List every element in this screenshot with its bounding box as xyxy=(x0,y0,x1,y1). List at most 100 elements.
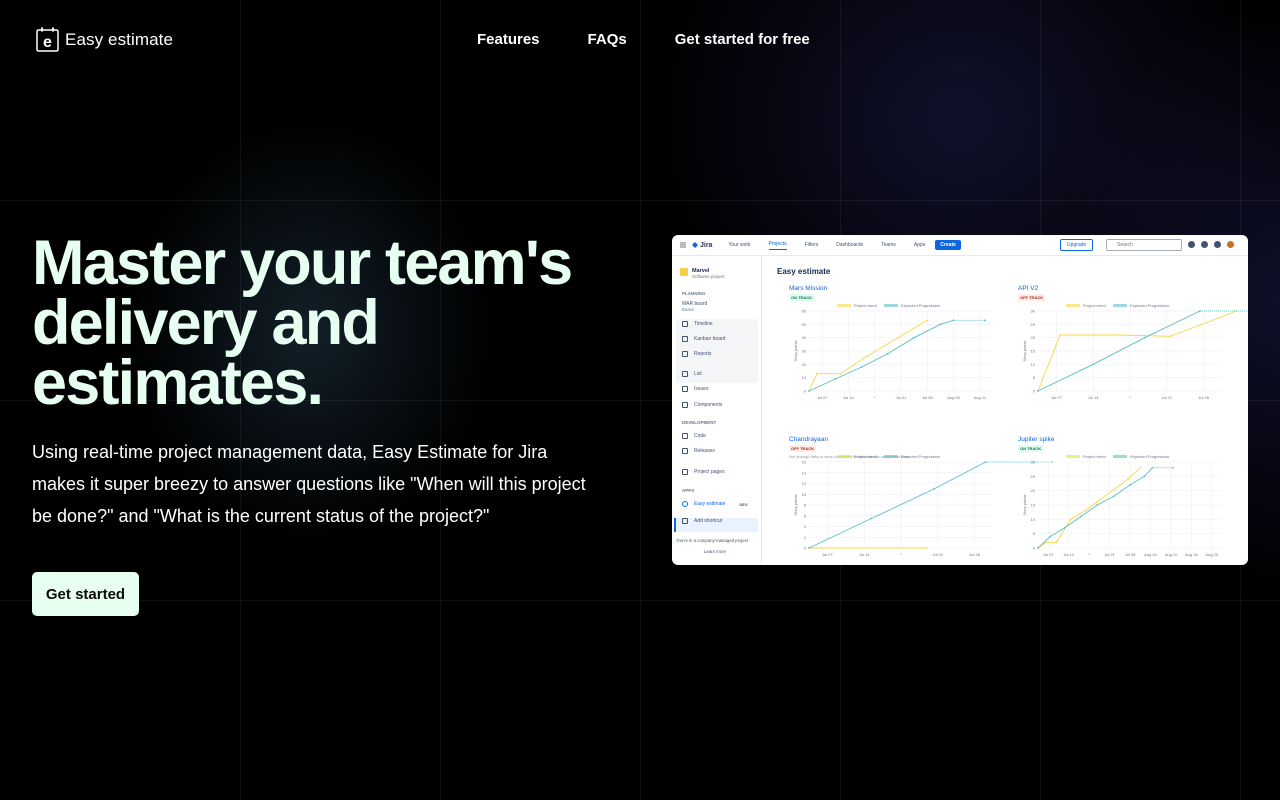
nav-faqs-link[interactable]: FAQs xyxy=(588,31,627,48)
jira-create-button[interactable]: Create xyxy=(935,240,961,250)
sidebar-item-reports[interactable]: Reports xyxy=(682,351,712,357)
jira-screenshot: Jira Your work Projects Filters Dashboar… xyxy=(672,235,1248,565)
sidebar-item-project-pages[interactable]: Project pages xyxy=(682,469,725,475)
project-icon xyxy=(680,268,688,276)
get-started-button[interactable]: Get started xyxy=(32,572,139,616)
data-point xyxy=(1045,541,1048,544)
easy-estimate-icon xyxy=(682,501,688,507)
x-tick-label: Jul 28 xyxy=(1125,552,1136,557)
y-tick-label: 12 xyxy=(802,481,807,486)
jira-search-input[interactable]: Search xyxy=(1106,239,1182,251)
legend-label: Expected Progression xyxy=(901,454,940,459)
jira-menu-filters[interactable]: Filters xyxy=(805,242,819,248)
components-icon xyxy=(682,402,688,408)
notifications-icon[interactable] xyxy=(1188,241,1195,248)
legend-swatch xyxy=(1113,455,1127,458)
x-tick-label: * xyxy=(1088,552,1090,557)
jira-menu-apps[interactable]: Apps xyxy=(914,242,925,248)
releases-icon xyxy=(682,448,688,454)
sidebar-item-issues[interactable]: Issues xyxy=(682,386,708,392)
sidebar-item-label: Reports xyxy=(694,351,712,357)
y-tick-label: 20 xyxy=(802,362,807,367)
series-line xyxy=(1037,467,1153,549)
data-point xyxy=(1127,478,1129,481)
data-point xyxy=(952,319,955,322)
y-tick-label: 14 xyxy=(802,470,807,475)
sidebar-item-label: Easy estimate xyxy=(694,501,726,507)
data-point xyxy=(834,378,837,380)
legend-label: Expected Progression xyxy=(1130,454,1169,459)
sidebar-item-timeline[interactable]: Timeline xyxy=(682,321,713,327)
sidebar-item-easy-estimate[interactable]: Easy estimate DEV xyxy=(682,501,748,507)
legend-label: Project trend xyxy=(854,454,877,459)
sidebar-item-label: Project pages xyxy=(694,469,725,475)
site-header: e Easy estimate Features FAQs Get starte… xyxy=(0,0,1280,80)
data-point xyxy=(1199,310,1201,312)
legend-swatch xyxy=(884,304,898,307)
x-tick-label: Jul 21 xyxy=(932,552,943,557)
sidebar-item-releases[interactable]: Releases xyxy=(682,448,715,454)
y-tick-label: 10 xyxy=(1031,362,1036,367)
x-tick-label: Jul 07 xyxy=(1051,395,1062,400)
sidebar-item-label: Components xyxy=(694,402,723,408)
y-tick-label: 25 xyxy=(1031,322,1036,327)
kanban-icon xyxy=(682,336,688,342)
sidebar-item-board[interactable]: MAR board Board xyxy=(682,301,707,312)
y-axis-label: Story points xyxy=(793,340,798,361)
svg-text:e: e xyxy=(43,34,52,51)
jira-menu-projects[interactable]: Projects xyxy=(768,241,787,250)
data-point xyxy=(865,355,868,358)
legend-swatch xyxy=(1113,304,1127,307)
learn-more-link[interactable]: Learn more xyxy=(704,549,726,554)
settings-icon[interactable] xyxy=(1214,241,1221,248)
x-tick-label: Aug 25 xyxy=(1205,552,1218,557)
x-tick-label: Jul 21 xyxy=(1104,552,1115,557)
help-icon[interactable] xyxy=(1201,241,1208,248)
sidebar-item-label: Issues xyxy=(694,386,709,392)
sidebar-item-list[interactable]: List xyxy=(682,371,702,377)
data-point xyxy=(808,390,810,392)
nav-get-started-free-link[interactable]: Get started for free xyxy=(675,31,810,48)
jira-topbar: Jira Your work Projects Filters Dashboar… xyxy=(672,235,1248,256)
avatar[interactable] xyxy=(1227,241,1234,248)
legend-label: Project trend xyxy=(854,303,877,308)
section-apps: APPS xyxy=(682,488,695,493)
y-tick-label: 0 xyxy=(804,389,807,394)
x-tick-label: * xyxy=(900,552,902,557)
sidebar-item-kanban[interactable]: Kanban board xyxy=(682,336,725,342)
y-axis-label: Story points xyxy=(1022,494,1027,515)
data-point xyxy=(1112,495,1115,498)
logo[interactable]: e Easy estimate xyxy=(36,27,173,52)
x-tick-label: Jul 14 xyxy=(843,395,854,400)
data-point xyxy=(913,336,916,339)
jira-brand-text: Jira xyxy=(700,241,713,249)
data-point xyxy=(1129,484,1131,486)
hero-subtitle: Using real-time project management data,… xyxy=(32,442,586,526)
data-point xyxy=(933,487,936,490)
nav-features-link[interactable]: Features xyxy=(477,31,540,48)
jira-menu-dashboards[interactable]: Dashboards xyxy=(836,242,863,248)
brand-name: Easy estimate xyxy=(65,29,174,49)
dev-badge: DEV xyxy=(739,501,748,507)
y-tick-label: 20 xyxy=(1031,488,1036,493)
data-point xyxy=(1172,466,1174,469)
chart-panel-mars: Mars Mission ON TRACK Project trend Expec… xyxy=(789,285,999,405)
main-nav: Features FAQs Get started for free xyxy=(477,31,858,48)
x-tick-label: Jul 21 xyxy=(896,395,907,400)
jira-upgrade-button[interactable]: Upgrade xyxy=(1060,239,1094,251)
sidebar-item-components[interactable]: Components xyxy=(682,402,722,408)
jira-menu-your-work[interactable]: Your work xyxy=(728,242,750,248)
legend-swatch xyxy=(837,455,851,458)
x-tick-label: Jul 21 xyxy=(1161,395,1172,400)
hero-title: Master your team's delivery and estimate… xyxy=(32,228,573,418)
reports-icon xyxy=(682,351,688,357)
sidebar-item-add-shortcut[interactable]: Add shortcut xyxy=(682,518,722,524)
y-tick-label: 50 xyxy=(802,322,807,327)
jira-menu-teams[interactable]: Teams xyxy=(881,242,896,248)
y-tick-label: 10 xyxy=(1031,517,1036,522)
y-axis-label: Story points xyxy=(793,494,798,515)
sidebar-item-code[interactable]: Code xyxy=(682,433,706,439)
y-tick-label: 2 xyxy=(804,535,807,540)
data-point xyxy=(1063,527,1066,529)
project-header[interactable]: Marvel Software project xyxy=(680,268,725,279)
